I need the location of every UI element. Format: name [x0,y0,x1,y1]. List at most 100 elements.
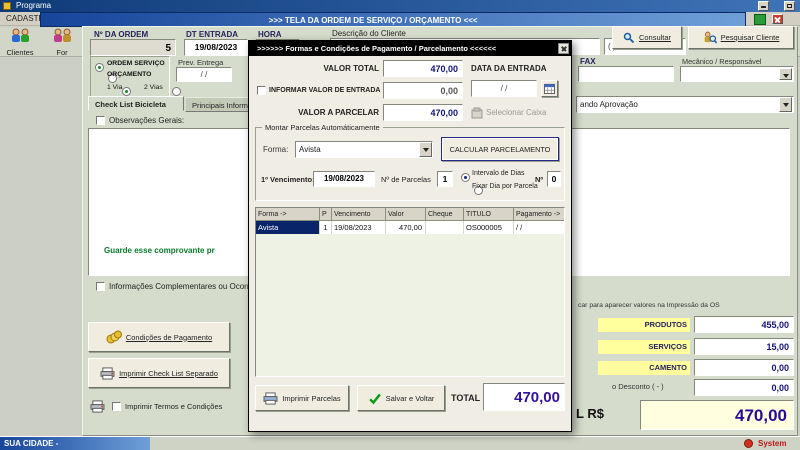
suppliers-people-icon [50,28,74,43]
produtos-value-field[interactable]: 455,00 [694,316,794,333]
imprimir-parcelas-button[interactable]: Imprimir Parcelas [255,385,349,411]
situacao-combo[interactable]: ando Aprovação [576,96,794,113]
grid-header-p: P [320,208,332,221]
servicos-value-field[interactable]: 15,00 [694,338,794,355]
chevron-down-icon[interactable] [779,68,792,80]
observacoes-checkbox[interactable] [96,116,105,125]
minimize-icon[interactable] [758,1,769,11]
maximize-icon[interactable] [784,1,795,11]
modal-close-icon[interactable] [558,43,569,54]
imprimir-parcelas-printer-icon [263,392,278,405]
toolbar-clientes-label: Clientes [2,48,38,57]
table-row[interactable]: Avista 1 19/08/2023 470,00 OS000005 / / [256,221,564,234]
valor-total-label: VALOR TOTAL [301,64,379,73]
parcelas-grid[interactable]: Forma -> P Vencimento Valor Cheque TITUL… [255,207,565,377]
dt-entrada-label: DT ENTRADA [186,30,238,39]
informar-entrada-checkbox[interactable] [257,86,266,95]
cell-parcela: 1 [320,221,332,234]
pesquisar-cliente-label: Pesquisar Cliente [721,33,780,42]
payment-modal: >>>>>> Formas e Condições de Pagamento /… [248,40,572,432]
imprimir-checklist-button[interactable]: Imprimir Check List Separado [88,358,230,388]
close-window-icon[interactable] [772,14,783,24]
exit-door-icon[interactable] [754,14,766,25]
ordem-servico-label: ORDEM SERVIÇO [107,60,165,67]
produtos-chip: PRODUTOS [598,318,690,332]
order-number-field[interactable]: 5 [90,39,176,56]
tab-check-list[interactable]: Check List Bicicleta [88,96,184,111]
info-complementares-label: Informações Complementares ou Ocorrê [109,282,254,291]
coins-icon [106,330,122,344]
num-dias-field[interactable]: 0 [547,171,561,187]
via1-radio[interactable] [122,87,131,96]
num-ordem-label: Nº DA ORDEM [94,30,148,39]
intervalo-dias-label: Intervalo de Dias [472,170,525,177]
toolbar-clientes-button[interactable]: Clientes [2,28,38,56]
magnifier-icon [623,32,635,44]
vencimento-label: 1º Vencimento: [261,175,315,184]
vencimento-field[interactable]: 19/08/2023 [313,171,375,187]
forma-chevron-down-icon[interactable] [419,142,432,157]
mecanico-combo[interactable] [680,66,794,82]
application-window: Programa CADASTROS >>> TELA DA ORDEM DE … [0,0,800,450]
orcamento-label: ORÇAMENTO [107,71,151,78]
consultar-button[interactable]: Consultar [612,26,682,49]
ordem-servico-radio[interactable] [95,63,104,72]
grid-header-valor: Valor [386,208,426,221]
toolbar-fornecedores-label: For [42,48,82,56]
intervalo-dias-radio[interactable] [461,173,470,182]
valor-parcelar-field[interactable]: 470,00 [383,104,463,121]
desconto-label: o Desconto ( - ) [612,382,664,391]
os-window-title: >>> TELA DA ORDEM DE SERVIÇO / ORÇAMENTO… [269,16,478,25]
status-city: SUA CIDADE - [0,437,150,450]
status-system-label: System [758,439,786,448]
data-entrada-field[interactable]: / / [471,80,537,97]
calendar-button[interactable] [541,80,558,97]
valor-entrada-field[interactable]: 0,00 [383,82,463,99]
pesquisar-cliente-button[interactable]: Pesquisar Cliente [688,26,794,49]
selecionar-caixa-label: Selecionar Caixa [486,108,546,117]
fax-field[interactable] [578,66,674,82]
total-rs-label: L R$ [576,406,604,421]
salvar-voltar-button[interactable]: Salvar e Voltar [357,385,445,411]
descricao-cliente-label: Descrição do Cliente [332,29,406,38]
app-icon [3,2,11,10]
parcelas-field[interactable]: 1 [437,171,453,187]
toolbar-fornecedores-button[interactable]: For [42,28,82,56]
clients-people-icon [8,28,32,43]
condicoes-pagamento-label: Condições de Pagamento [126,333,212,342]
condicoes-pagamento-button[interactable]: Condições de Pagamento [88,322,230,352]
deslocamento-chip: CAMENTO [598,361,690,375]
num-dias-label: Nº [535,175,543,184]
consultar-label: Consultar [639,33,671,42]
modal-total-field: 470,00 [483,383,565,411]
prev-entrega-field[interactable]: / / [176,67,232,82]
cell-vencimento: 19/08/2023 [332,221,386,234]
valor-total-field[interactable]: 470,00 [383,60,463,77]
deslocamento-value-field[interactable]: 0,00 [694,359,794,376]
status-red-icon [744,439,753,448]
cashbox-icon [471,107,483,119]
cell-pagamento: / / [514,221,564,234]
app-titlebar: Programa [0,0,800,12]
forma-combo[interactable]: Avista [295,141,433,158]
desconto-value-field[interactable]: 0,00 [694,379,794,396]
situacao-chevron-down-icon[interactable] [779,97,792,112]
calcular-parcelamento-label: CALCULAR PARCELAMENTO [450,145,551,154]
calcular-parcelamento-button[interactable]: CALCULAR PARCELAMENTO [441,137,559,161]
check-icon [368,392,382,405]
payment-modal-title: >>>>>> Formas e Condições de Pagamento /… [257,44,496,53]
person-search-icon [703,31,717,44]
selecionar-caixa-button[interactable]: Selecionar Caixa [471,104,567,121]
parcelas-label: Nº de Parcelas [381,175,431,184]
termos-checkbox[interactable] [112,402,121,411]
imprimir-parcelas-label: Imprimir Parcelas [282,394,340,403]
info-complementares-checkbox[interactable] [96,282,105,291]
valor-parcelar-label: VALOR A PARCELAR [291,108,379,117]
entry-date-field[interactable]: 19/08/2023 [184,39,248,56]
grid-header-vencimento: Vencimento [332,208,386,221]
grid-header-row: Forma -> P Vencimento Valor Cheque TITUL… [256,208,564,221]
modal-total-label: TOTAL [451,393,480,403]
hora-label: HORA [258,30,282,39]
grid-header-cheque: Cheque [426,208,464,221]
cell-valor: 470,00 [386,221,426,234]
